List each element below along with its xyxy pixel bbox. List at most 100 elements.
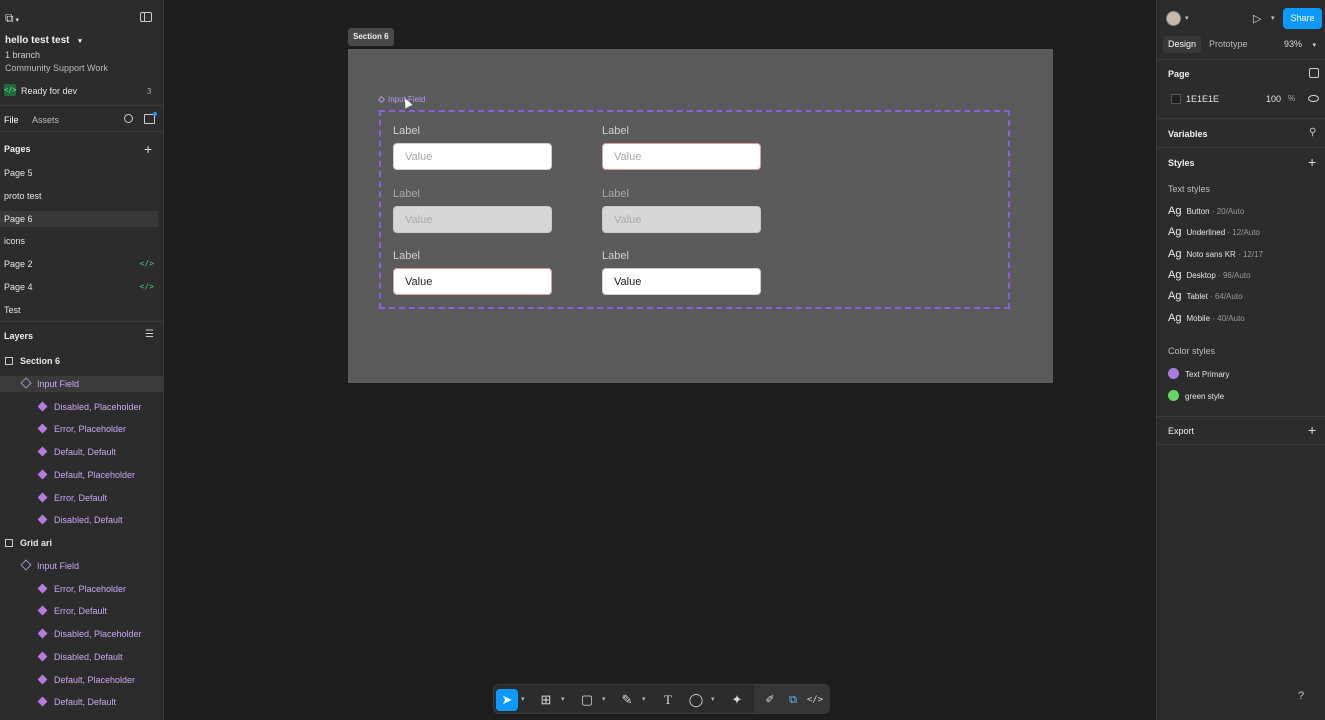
present-icon[interactable]: ▷: [1253, 12, 1261, 25]
tab-file[interactable]: File: [4, 115, 19, 125]
search-icon[interactable]: [124, 114, 133, 123]
text-style-item[interactable]: Ag Button · 20/Auto: [1168, 205, 1244, 217]
move-tool-icon[interactable]: ➤: [496, 689, 518, 711]
input-field-error-filled[interactable]: Value: [393, 268, 552, 295]
layer-row[interactable]: Input Field: [0, 375, 164, 392]
tab-design[interactable]: Design: [1163, 36, 1202, 53]
variables-heading[interactable]: Variables: [1168, 129, 1208, 139]
avatar-menu-icon[interactable]: ▾: [1185, 14, 1189, 22]
dev-mode-icon[interactable]: </>: [804, 689, 826, 711]
branch-count[interactable]: 1 branch: [5, 50, 40, 60]
page-opacity[interactable]: 100: [1266, 94, 1281, 104]
comment-tool-icon[interactable]: ◯: [685, 689, 707, 711]
page-color-hex[interactable]: 1E1E1E: [1186, 94, 1219, 104]
layer-row[interactable]: Disabled, Placeholder: [0, 399, 164, 415]
canvas[interactable]: Section 6 Input Field Label Value Label Val…: [165, 0, 1156, 720]
component-variant-icon: [37, 423, 48, 434]
page-item-label: Page 4: [4, 282, 33, 292]
page-item[interactable]: Page 6: [0, 210, 158, 227]
text-style-name: Desktop: [1186, 270, 1216, 280]
page-item[interactable]: Page 5: [0, 165, 158, 181]
frame-tool-menu-icon[interactable]: ▾: [561, 695, 565, 703]
comment-tool-menu-icon[interactable]: ▾: [711, 695, 715, 703]
page-item[interactable]: proto test: [0, 188, 158, 204]
variables-icon[interactable]: ⚲: [1309, 127, 1316, 138]
draw-mode-icon[interactable]: ✐: [759, 689, 781, 711]
page-item[interactable]: Page 2 </>: [0, 256, 158, 272]
add-style-icon[interactable]: +: [1308, 154, 1316, 170]
ready-for-dev-row[interactable]: </> Ready for dev 3: [0, 83, 164, 99]
rectangle-tool-icon[interactable]: ▢: [576, 689, 598, 711]
actions-tool-icon[interactable]: ✦: [726, 689, 748, 711]
layer-label: Disabled, Placeholder: [54, 401, 142, 412]
library-icon[interactable]: [144, 112, 157, 124]
page-item-label: icons: [4, 236, 26, 247]
shape-tool-menu-icon[interactable]: ▾: [602, 695, 606, 703]
input-field-default-filled[interactable]: Value: [602, 268, 761, 295]
pen-tool-icon[interactable]: ✎: [616, 689, 638, 711]
layer-row[interactable]: Default, Placeholder: [0, 467, 164, 483]
input-label: Label: [393, 188, 420, 200]
styles-heading: Styles: [1168, 158, 1195, 168]
visibility-icon[interactable]: [1308, 95, 1319, 102]
layer-label: Input Field: [37, 378, 80, 389]
sidebar-toggle-icon[interactable]: [140, 12, 152, 22]
tab-prototype[interactable]: Prototype: [1209, 39, 1248, 49]
input-field-default[interactable]: Value: [393, 143, 552, 170]
page-item[interactable]: icons: [0, 233, 158, 249]
layer-row[interactable]: Default, Default: [0, 444, 164, 460]
input-label: Label: [602, 125, 629, 137]
input-field-disabled[interactable]: Value: [602, 206, 761, 233]
share-button[interactable]: Share: [1283, 8, 1322, 29]
present-menu-icon[interactable]: ▾: [1271, 14, 1275, 22]
layer-row[interactable]: Section 6: [0, 353, 164, 369]
text-style-item[interactable]: Ag Mobile · 40/Auto: [1168, 312, 1245, 324]
input-field-disabled[interactable]: Value: [393, 206, 552, 233]
add-page-icon[interactable]: +: [144, 141, 152, 157]
text-style-item[interactable]: Ag Tablet · 64/Auto: [1168, 290, 1243, 302]
layer-label: Error, Placeholder: [54, 583, 127, 594]
page-item[interactable]: Test: [0, 302, 158, 318]
tab-assets[interactable]: Assets: [32, 115, 59, 125]
page-color-swatch[interactable]: [1171, 94, 1181, 104]
main-menu-button[interactable]: ⧉ ▾: [5, 11, 19, 26]
design-mode-icon[interactable]: ⧉: [782, 689, 804, 711]
layer-row[interactable]: Default, Default: [0, 694, 164, 710]
add-export-icon[interactable]: +: [1308, 422, 1316, 438]
color-style-item[interactable]: green style: [1168, 389, 1224, 401]
local-styles-icon[interactable]: [1309, 68, 1319, 78]
layer-row[interactable]: Input Field: [0, 558, 164, 574]
collapse-layers-icon[interactable]: ☰: [145, 329, 154, 340]
input-field-error[interactable]: Value: [602, 143, 761, 170]
layer-label: Error, Default: [54, 606, 108, 617]
right-panel: ▾ ▷ ▾ Share Design Prototype 93% ▾ Page …: [1156, 0, 1325, 720]
layer-row[interactable]: Disabled, Placeholder: [0, 626, 164, 642]
section-label[interactable]: Section 6: [348, 28, 394, 46]
text-tool-icon[interactable]: T: [657, 689, 679, 711]
move-tool-menu-icon[interactable]: ▾: [521, 695, 525, 703]
color-style-item[interactable]: Text Primary: [1168, 368, 1229, 379]
text-style-item[interactable]: Ag Underlined · 12/Auto: [1168, 226, 1260, 238]
team-name[interactable]: Community Support Work: [5, 63, 108, 73]
frame-tool-icon[interactable]: ⊞: [535, 689, 557, 711]
text-style-item[interactable]: Ag Noto sans KR · 12/17: [1168, 248, 1263, 260]
layer-row[interactable]: Error, Default: [0, 490, 164, 506]
page-item[interactable]: Page 4 </>: [0, 279, 158, 295]
layer-label: Default, Default: [54, 447, 117, 457]
text-style-name: Button: [1186, 207, 1210, 216]
pen-tool-menu-icon[interactable]: ▾: [642, 695, 646, 703]
layer-row[interactable]: Error, Placeholder: [0, 581, 164, 597]
layer-row[interactable]: Error, Default: [0, 603, 164, 619]
layer-label: Error, Default: [54, 492, 108, 503]
layer-row[interactable]: Disabled, Default: [0, 512, 164, 528]
zoom-level[interactable]: 93% ▾: [1284, 39, 1316, 49]
layer-row[interactable]: Disabled, Default: [0, 649, 164, 665]
layer-row[interactable]: Default, Placeholder: [0, 672, 164, 688]
file-name[interactable]: hello test test ▾: [5, 35, 82, 46]
help-icon[interactable]: ?: [1293, 688, 1309, 704]
text-style-item[interactable]: Ag Desktop · 96/Auto: [1168, 269, 1251, 281]
layer-row[interactable]: Grid ari: [0, 535, 164, 551]
avatar[interactable]: [1166, 11, 1181, 26]
layer-row[interactable]: Error, Placeholder: [0, 421, 164, 437]
layer-label: Section 6: [20, 356, 61, 366]
